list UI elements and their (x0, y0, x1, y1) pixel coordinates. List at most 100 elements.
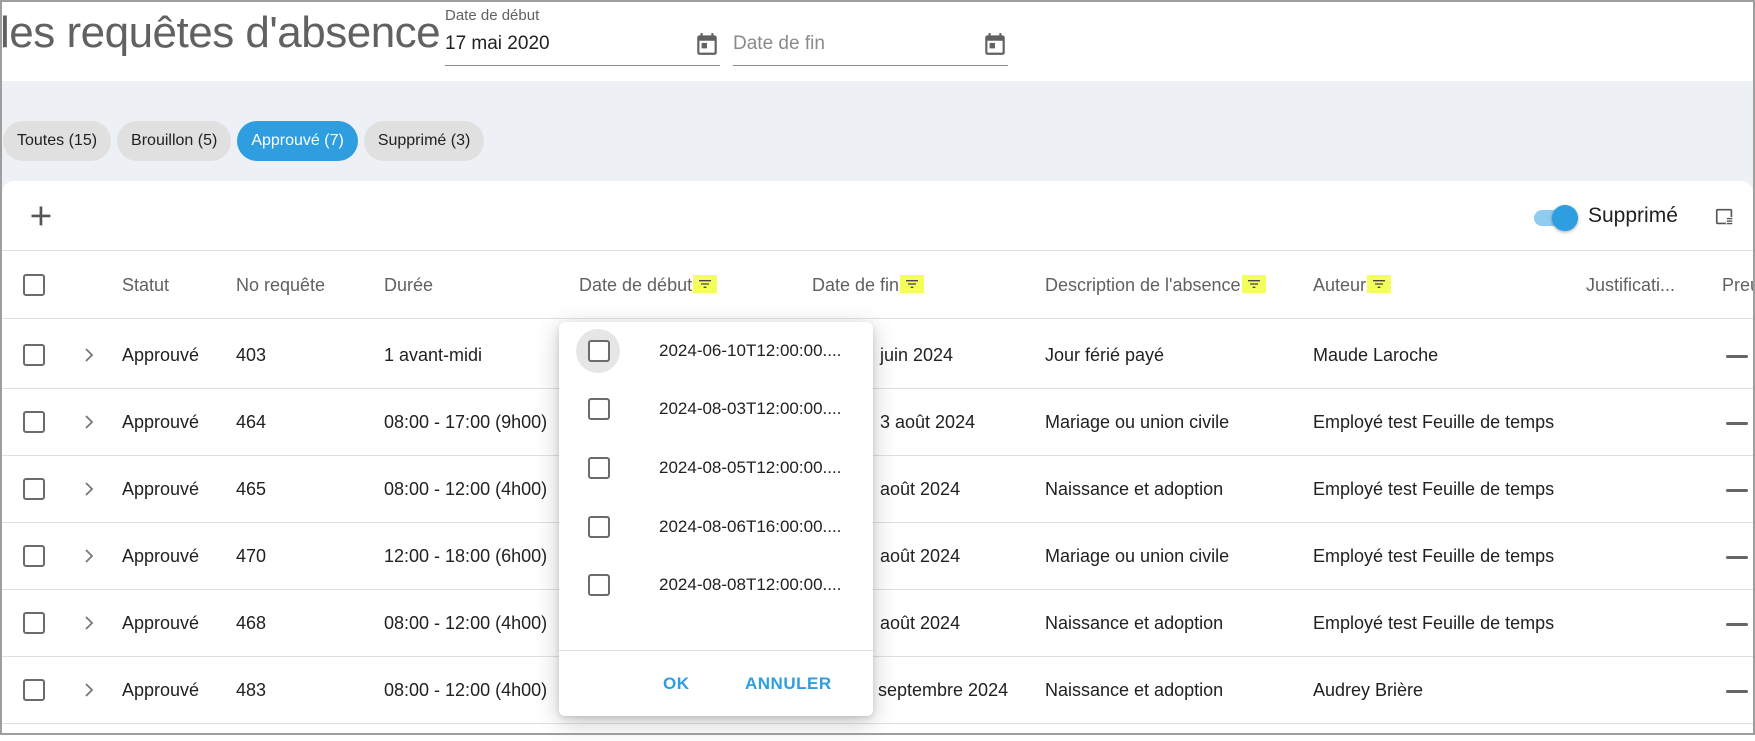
table-toolbar: Supprimé (2, 181, 1753, 251)
row-checkbox[interactable] (23, 344, 45, 366)
table-row[interactable]: Approuvé 468 08:00 - 12:00 (4h00) août 2… (2, 590, 1753, 657)
cell-statut: Approuvé (122, 680, 200, 700)
toggle-label: Supprimé (1588, 204, 1678, 227)
end-date-placeholder[interactable]: Date de fin (733, 33, 825, 55)
cell-description: Jour férié payé (1045, 345, 1165, 365)
chevron-right-icon[interactable] (82, 345, 96, 365)
filter-icon[interactable] (1241, 275, 1266, 294)
filter-icon[interactable] (900, 275, 925, 294)
col-auteur[interactable]: Auteur (1313, 251, 1392, 319)
chevron-right-icon[interactable] (82, 479, 96, 499)
filter-option[interactable]: 2024-08-06T16:00:00.... (559, 498, 873, 556)
cell-description: Naissance et adoption (1045, 479, 1224, 499)
popup-divider (559, 650, 873, 651)
start-date-value[interactable]: 17 mai 2020 (445, 33, 550, 55)
chevron-right-icon[interactable] (82, 613, 96, 633)
option-label: 2024-08-06T16:00:00.... (659, 517, 842, 536)
chevron-right-icon[interactable] (82, 680, 96, 700)
row-checkbox[interactable] (23, 411, 45, 433)
cell-statut: Approuvé (122, 546, 200, 566)
col-statut[interactable]: Statut (122, 251, 169, 319)
cell-auteur: Employé test Feuille de temps (1313, 546, 1555, 566)
table-row[interactable]: Approuvé 464 08:00 - 17:00 (9h00) 3 août… (2, 389, 1753, 456)
filter-icon[interactable] (693, 275, 718, 294)
cell-description: Naissance et adoption (1045, 613, 1224, 633)
col-date-debut[interactable]: Date de début (579, 251, 718, 319)
filter-option[interactable]: 2024-08-08T12:00:00.... (559, 556, 873, 614)
chip-toutes[interactable]: Toutes (15) (3, 121, 112, 161)
col-duree[interactable]: Durée (384, 251, 433, 319)
option-checkbox[interactable] (588, 340, 610, 362)
status-chips: Toutes (15) Brouillon (5) Approuvé (7) S… (3, 121, 485, 161)
table-row[interactable]: Approuvé 483 08:00 - 12:00 (4h00) septem… (2, 657, 1753, 724)
col-date-fin-label: Date de fin (812, 275, 900, 295)
option-checkbox[interactable] (588, 516, 610, 538)
filter-option[interactable]: 2024-08-03T12:00:00.... (559, 380, 873, 438)
cancel-button[interactable]: ANNULER (745, 674, 832, 694)
start-date-label: Date de début (445, 7, 540, 24)
cell-no: 483 (236, 680, 267, 700)
add-icon[interactable] (26, 201, 56, 231)
cell-no: 468 (236, 613, 267, 633)
preuve-empty-dash (1726, 489, 1748, 492)
col-description[interactable]: Description de l'absence (1045, 251, 1266, 319)
calendar-icon[interactable] (694, 31, 720, 57)
cell-date-fin: septembre 2024 (878, 680, 1009, 700)
col-justification[interactable]: Justificati... (1586, 251, 1675, 319)
chip-brouillon[interactable]: Brouillon (5) (117, 121, 232, 161)
option-label: 2024-06-10T12:00:00.... (659, 341, 842, 360)
table-header: Statut No requête Durée Date de début Da… (2, 251, 1755, 319)
end-date-field[interactable]: Date de fin (733, 0, 1008, 66)
col-preuve[interactable]: Preu (1722, 251, 1755, 319)
cell-auteur: Employé test Feuille de temps (1313, 412, 1555, 432)
option-label: 2024-08-03T12:00:00.... (659, 399, 842, 418)
deleted-toggle[interactable] (1530, 205, 1578, 231)
preuve-empty-dash (1726, 623, 1748, 626)
chip-supprime[interactable]: Supprimé (3) (363, 121, 485, 161)
cell-duree: 08:00 - 12:00 (4h00) (384, 479, 548, 499)
option-checkbox[interactable] (588, 457, 610, 479)
select-all-checkbox[interactable] (23, 274, 45, 296)
cell-duree: 08:00 - 12:00 (4h00) (384, 680, 548, 700)
cell-no: 464 (236, 412, 267, 432)
col-description-label: Description de l'absence (1045, 275, 1241, 295)
cell-auteur: Maude Laroche (1313, 345, 1439, 365)
row-checkbox[interactable] (23, 679, 45, 701)
cell-duree: 08:00 - 12:00 (4h00) (384, 613, 548, 633)
row-checkbox[interactable] (23, 478, 45, 500)
chip-approuve[interactable]: Approuvé (7) (237, 121, 358, 161)
cell-date-fin: août 2024 (880, 479, 961, 499)
chevron-right-icon[interactable] (82, 546, 96, 566)
col-date-fin[interactable]: Date de fin (812, 251, 925, 319)
col-no-requete[interactable]: No requête (236, 251, 325, 319)
columns-icon[interactable] (1714, 206, 1736, 228)
cell-date-fin: juin 2024 (880, 345, 954, 365)
ok-button[interactable]: OK (663, 674, 690, 694)
row-checkbox[interactable] (23, 545, 45, 567)
table-row[interactable]: Approuvé 403 1 avant-midi juin 2024 Jour… (2, 322, 1753, 389)
cell-statut: Approuvé (122, 479, 200, 499)
cell-date-fin: août 2024 (880, 613, 961, 633)
table-row[interactable]: Approuvé 470 12:00 - 18:00 (6h00) août 2… (2, 523, 1753, 590)
row-checkbox[interactable] (23, 612, 45, 634)
cell-date-fin: 3 août 2024 (880, 412, 976, 432)
filter-option[interactable]: 2024-06-10T12:00:00.... (559, 322, 873, 380)
cell-duree: 1 avant-midi (384, 345, 483, 365)
toggle-thumb (1552, 205, 1578, 231)
table-row[interactable]: Approuvé 465 08:00 - 12:00 (4h00) août 2… (2, 456, 1753, 523)
filter-option[interactable]: 2024-08-05T12:00:00.... (559, 439, 873, 497)
chevron-right-icon[interactable] (82, 412, 96, 432)
preuve-empty-dash (1726, 690, 1748, 693)
cell-statut: Approuvé (122, 345, 200, 365)
filter-icon[interactable] (1367, 275, 1392, 294)
option-checkbox[interactable] (588, 574, 610, 596)
preuve-empty-dash (1726, 355, 1748, 358)
cell-statut: Approuvé (122, 613, 200, 633)
calendar-icon[interactable] (982, 31, 1008, 57)
start-date-field[interactable]: Date de début 17 mai 2020 (445, 0, 720, 66)
cell-auteur: Employé test Feuille de temps (1313, 479, 1555, 499)
option-label: 2024-08-05T12:00:00.... (659, 458, 842, 477)
col-auteur-label: Auteur (1313, 275, 1367, 295)
option-checkbox[interactable] (588, 398, 610, 420)
cell-no: 403 (236, 345, 267, 365)
